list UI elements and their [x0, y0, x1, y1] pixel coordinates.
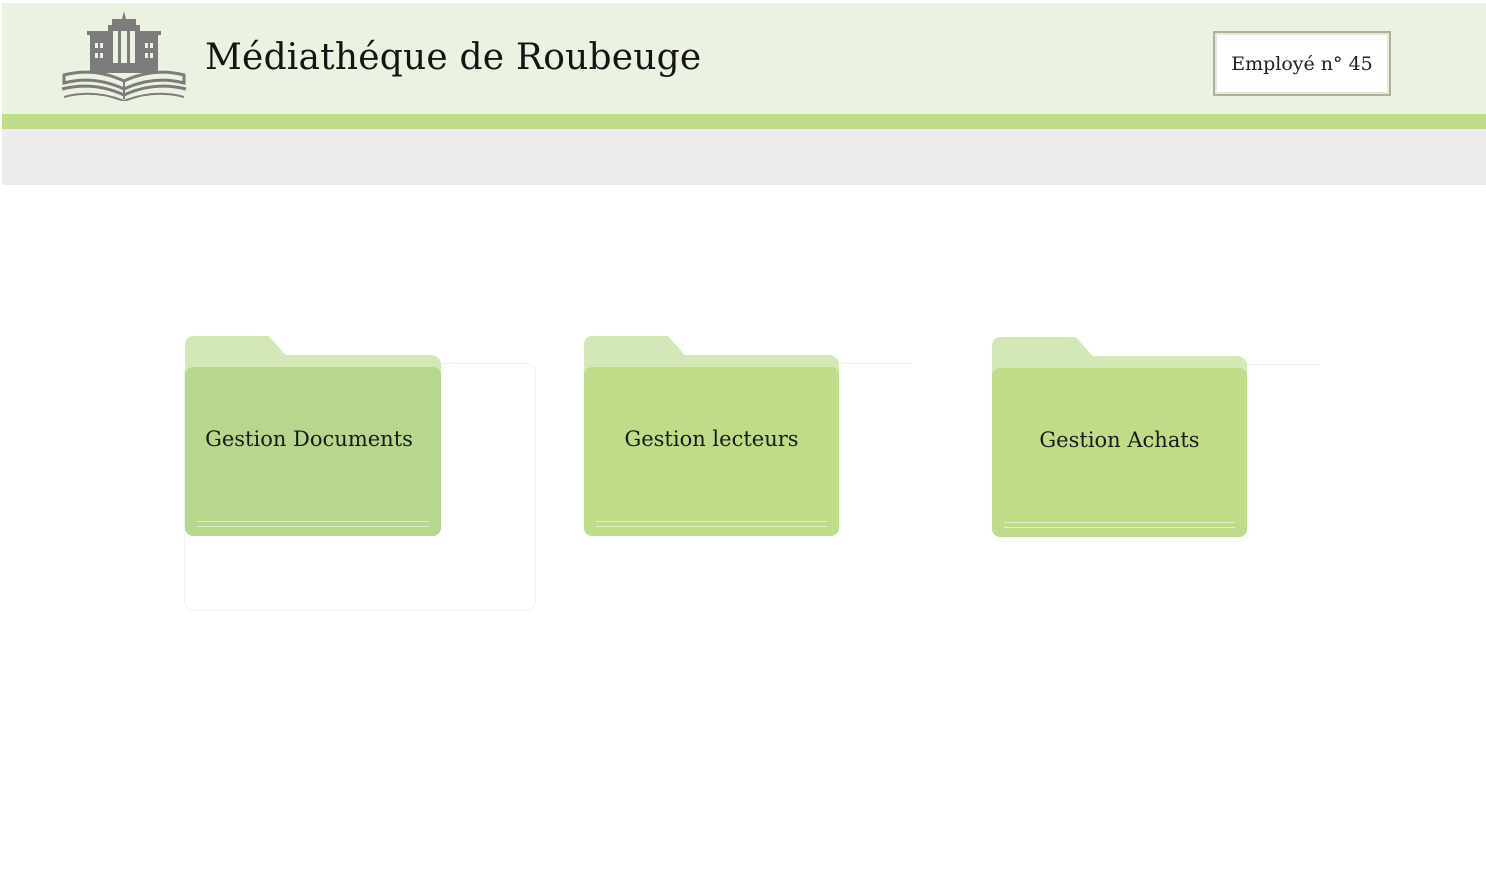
sub-navigation-bar	[2, 129, 1486, 185]
folder-gestion-documents[interactable]: Gestion Documents	[185, 336, 441, 536]
folder-icon: Gestion lecteurs	[584, 367, 839, 536]
page: Médiathéque de Roubeuge Employé n° 45 Ge…	[0, 0, 1486, 884]
folder-gestion-lecteurs[interactable]: Gestion lecteurs	[584, 336, 840, 536]
header: Médiathéque de Roubeuge Employé n° 45	[2, 3, 1486, 114]
folder-gestion-achats[interactable]: Gestion Achats	[992, 337, 1248, 537]
folder-rule	[197, 521, 429, 522]
folder-rule	[1004, 522, 1235, 523]
folder-rule	[197, 526, 429, 527]
employee-badge-button[interactable]: Employé n° 45	[1213, 31, 1391, 96]
folder-label: Gestion Documents	[205, 427, 413, 451]
accent-bar	[2, 114, 1486, 129]
ghost-line	[1246, 364, 1320, 365]
ghost-line	[838, 363, 912, 364]
page-title: Médiathéque de Roubeuge	[205, 37, 702, 78]
folder-rule	[1004, 527, 1235, 528]
folder-rule	[596, 521, 827, 522]
folder-rule	[596, 526, 827, 527]
library-logo-icon	[61, 11, 187, 101]
folder-label: Gestion lecteurs	[624, 427, 799, 451]
employee-label: Employé n° 45	[1231, 52, 1373, 75]
folder-icon: Gestion Achats	[992, 368, 1247, 537]
folder-icon: Gestion Documents	[185, 367, 441, 536]
folder-label: Gestion Achats	[1039, 428, 1200, 452]
